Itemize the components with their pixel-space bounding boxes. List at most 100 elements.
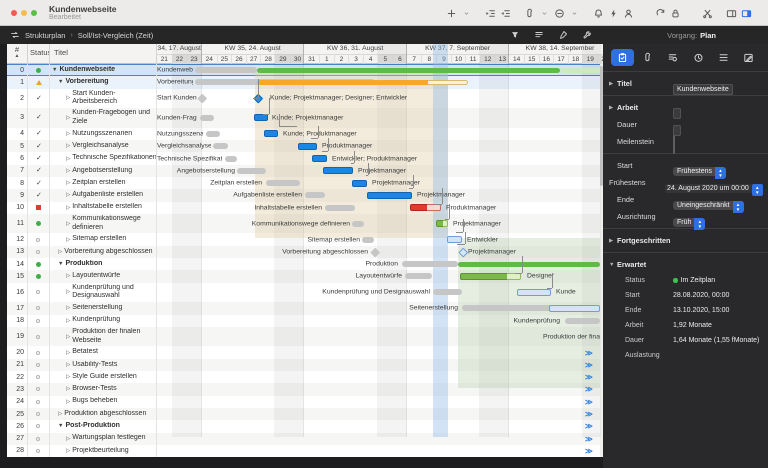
inspector-section-erwartet[interactable]: ▼ Erwartet (603, 256, 768, 273)
gantt-bar[interactable] (427, 204, 441, 211)
gantt-bar[interactable] (298, 143, 317, 150)
leaf-disclosure-icon[interactable]: ▷ (66, 436, 70, 442)
baseline-bar[interactable] (305, 192, 325, 198)
continuation-arrow-icon[interactable]: ≫ (585, 397, 593, 406)
clip-icon[interactable] (522, 5, 537, 21)
close-window-button[interactable] (11, 10, 17, 16)
continuation-arrow-icon[interactable]: ≫ (585, 434, 593, 443)
chev-icon[interactable] (567, 5, 582, 21)
leaf-disclosure-icon[interactable]: ▷ (66, 115, 70, 121)
task-row[interactable]: 8✓▷Zeitplan erstellenZeitplan erstellenP… (7, 177, 603, 189)
inspector-tab-time[interactable] (687, 49, 710, 66)
add-icon[interactable] (444, 5, 459, 21)
baseline-bar[interactable] (225, 156, 237, 162)
gantt-bar[interactable] (436, 220, 443, 227)
task-row[interactable]: 24▷Bugs beheben≫ (7, 396, 603, 408)
inspector-tab-info[interactable] (611, 49, 634, 66)
baseline-bar[interactable] (352, 221, 364, 227)
leaf-disclosure-icon[interactable]: ▷ (66, 386, 70, 392)
task-row[interactable]: 16▷Kundenprüfung undDesignauswahlKundenp… (7, 283, 603, 303)
leaf-disclosure-icon[interactable]: ▷ (66, 205, 70, 211)
task-row[interactable]: 21▷Usability-Tests≫ (7, 359, 603, 371)
gantt-bar[interactable] (507, 273, 521, 280)
task-row[interactable]: 10▷Inhaltstabelle erstellenInhaltstabell… (7, 202, 603, 214)
leaf-disclosure-icon[interactable]: ▷ (66, 180, 70, 186)
task-row[interactable]: 15▷LayoutentwürfeLayoutentwürfeDesigner (7, 270, 603, 282)
zoom-window-button[interactable] (31, 10, 37, 16)
baseline-bar[interactable] (200, 115, 214, 121)
minus-icon[interactable] (552, 5, 567, 21)
baseline-bar[interactable] (237, 168, 266, 174)
baseline-bar[interactable] (206, 131, 220, 137)
leaf-disclosure-icon[interactable]: ▷ (66, 350, 70, 356)
collapse-icon[interactable]: ▼ (52, 67, 57, 73)
summary-bar[interactable] (458, 262, 600, 267)
gantt-bar[interactable] (323, 167, 353, 174)
timeline-header[interactable]: KW 34, 17. August212223KW 35, 24. August… (157, 44, 603, 64)
lock-icon[interactable] (668, 5, 683, 21)
continuation-arrow-icon[interactable]: ≫ (585, 446, 593, 455)
continuation-arrow-icon[interactable]: ≫ (585, 360, 593, 369)
baseline-milestone[interactable] (198, 94, 207, 103)
disclosure-icon[interactable]: ▶ (609, 238, 617, 244)
baseline-bar[interactable] (362, 237, 374, 243)
panel-active-icon[interactable] (739, 5, 754, 21)
milestone-diamond[interactable] (254, 94, 263, 103)
column-header-title[interactable]: Titel (50, 44, 157, 64)
collapse-icon[interactable]: ▼ (58, 261, 63, 267)
gantt-bar[interactable] (254, 114, 268, 121)
leaf-disclosure-icon[interactable]: ▷ (66, 399, 70, 405)
task-row[interactable]: 22▷Style Guide erstellen≫ (7, 371, 603, 383)
start-popup[interactable]: Frühestens▲▼ (673, 167, 726, 176)
dauer-field[interactable] (673, 125, 681, 136)
disclosure-icon[interactable]: ▶ (609, 105, 617, 111)
baseline-bar[interactable] (213, 143, 228, 149)
collapse-icon[interactable]: ▼ (58, 79, 63, 85)
task-row[interactable]: 13▷Vorbereitung abgeschlossenVorbereitun… (7, 246, 603, 258)
leaf-disclosure-icon[interactable]: ▷ (66, 237, 70, 243)
gantt-bar[interactable] (312, 155, 327, 162)
cut-icon[interactable] (700, 5, 715, 21)
continuation-arrow-icon[interactable]: ≫ (585, 422, 593, 431)
task-row[interactable]: 0▼KundenwebseiteKundenwebseite (7, 64, 603, 76)
outdent-icon[interactable] (498, 5, 513, 21)
format-icon[interactable] (534, 30, 544, 40)
leaf-disclosure-icon[interactable]: ▷ (58, 411, 62, 417)
summary-bar[interactable] (257, 80, 428, 85)
task-row[interactable]: 26▼Post-Produktion≫ (7, 420, 603, 432)
task-row[interactable]: 11▷KommunikationswegedefinierenKommunika… (7, 214, 603, 234)
wrench-icon[interactable] (582, 30, 592, 40)
task-row[interactable]: 4✓▷NutzungsszenarienNutzungsszenarienKun… (7, 128, 603, 140)
task-row[interactable]: 9✓▷Aufgabenliste erstellenAufgabenliste … (7, 189, 603, 201)
summary-bar[interactable] (560, 68, 600, 73)
gantt-bar[interactable] (443, 220, 448, 227)
baseline-bar[interactable] (266, 180, 300, 186)
leaf-disclosure-icon[interactable]: ▷ (66, 334, 70, 340)
column-header-status[interactable]: Status (28, 44, 50, 64)
chev-icon[interactable] (459, 5, 474, 21)
task-row[interactable]: 6✓▷Technische SpezifikationenTechnische … (7, 152, 603, 164)
task-row[interactable]: 28▷Projektbeurteilung≫ (7, 445, 603, 457)
gantt-bar[interactable] (447, 236, 462, 243)
inspector-tab-columns[interactable] (712, 49, 735, 66)
disclosure-icon[interactable]: ▼ (609, 262, 617, 268)
task-row[interactable]: 5✓▷VergleichsanalyseVergleichsanalysePro… (7, 140, 603, 152)
task-row[interactable]: 1▼VorbereitungVorbereitung (7, 76, 603, 88)
ende-popup[interactable]: Uneingeschränkt▲▼ (673, 201, 744, 210)
leaf-disclosure-icon[interactable]: ▷ (66, 156, 70, 162)
gantt-bar[interactable] (352, 180, 367, 187)
person-icon[interactable] (621, 5, 636, 21)
leaf-disclosure-icon[interactable]: ▷ (66, 273, 70, 279)
task-row[interactable]: 18▷KundenprüfungKundenprüfung (7, 315, 603, 327)
baseline-milestone[interactable] (371, 247, 380, 256)
leaf-disclosure-icon[interactable]: ▷ (66, 318, 70, 324)
leaf-disclosure-icon[interactable]: ▷ (66, 221, 70, 227)
baseline-bar[interactable] (405, 273, 432, 279)
task-row[interactable]: 27▷Wartungsplan festlegen≫ (7, 433, 603, 445)
minimize-window-button[interactable] (21, 10, 27, 16)
leaf-disclosure-icon[interactable]: ▷ (66, 362, 70, 368)
leaf-disclosure-icon[interactable]: ▷ (66, 289, 70, 295)
gantt-bar[interactable] (367, 192, 412, 199)
sync-icon[interactable] (653, 5, 668, 21)
task-row[interactable]: 12▷Sitemap erstellenSitemap erstellenEnt… (7, 233, 603, 245)
